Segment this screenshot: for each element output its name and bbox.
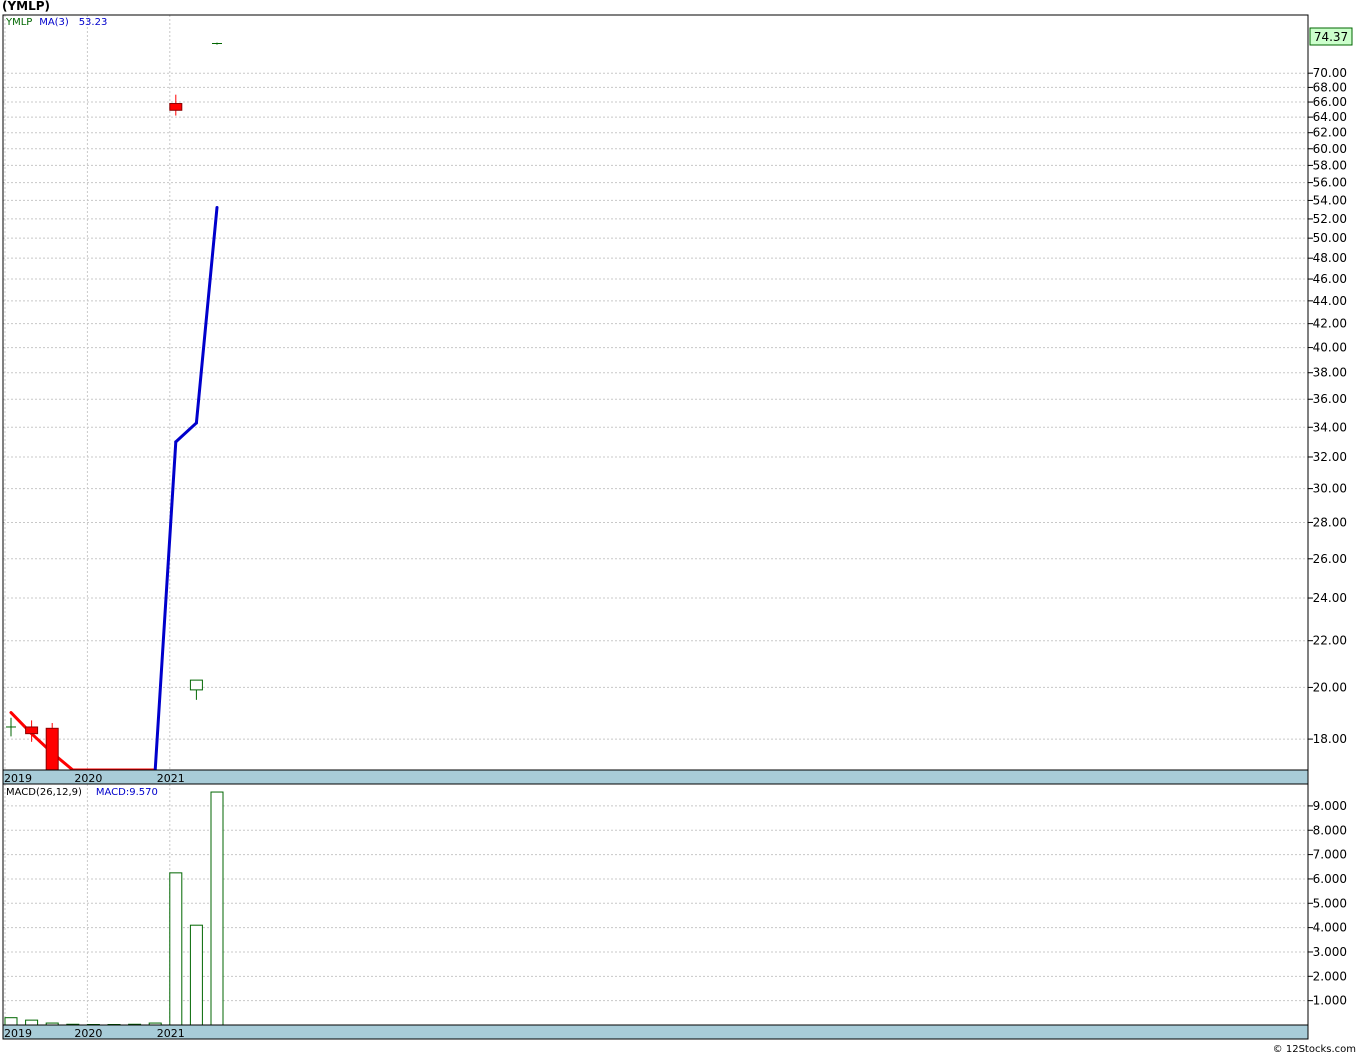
price-y-tick-label: 46.00 [1313, 272, 1347, 286]
macd-x-tick-label: 2019 [4, 1027, 32, 1040]
price-y-tick-label: 28.00 [1313, 515, 1347, 529]
candle-body [169, 103, 183, 111]
price-y-tick-label: 30.00 [1313, 482, 1347, 496]
macd-legend-entry: MACD(26,12,9) [6, 787, 82, 798]
price-y-tick-label: 40.00 [1313, 341, 1347, 355]
price-y-tick-label: 24.00 [1313, 591, 1347, 605]
price-date-band: 2019 2020 2021 [2, 769, 1309, 785]
price-y-tick-label: 54.00 [1313, 193, 1347, 207]
price-y-tick-label: 58.00 [1313, 158, 1347, 172]
price-y-tick-label: 22.00 [1313, 634, 1347, 648]
stock-chart: 18.00 20.00 22.00 24.00 26.00 28.00 30.00 32.00… [2, 14, 1353, 1040]
macd-bar [189, 924, 203, 1026]
price-legend: YMLP MA(3) 53.23 [5, 17, 107, 28]
price-y-tick-label: 66.00 [1313, 95, 1347, 109]
price-y-tick-label: 68.00 [1313, 80, 1347, 94]
macd-x-tick-label: 2021 [157, 1027, 185, 1040]
macd-y-tick-label: 3.000 [1313, 945, 1347, 959]
macd-date-band: 2019 2020 2021 [2, 1024, 1309, 1040]
ma-line-segment [194, 205, 219, 425]
price-y-tick-label: 42.00 [1313, 317, 1347, 331]
price-y-tick-label: 38.00 [1313, 366, 1347, 380]
copyright-footer: © 12Stocks.com [1272, 1044, 1356, 1055]
price-y-tick-label: 60.00 [1313, 142, 1347, 156]
price-y-tick-label: 34.00 [1313, 420, 1347, 434]
price-y-tick-label: 32.00 [1313, 450, 1347, 464]
price-legend-entry: YMLP [5, 17, 32, 28]
price-y-axis: 18.00 20.00 22.00 24.00 26.00 28.00 30.00 32.00… [1308, 27, 1353, 746]
candle-body [25, 726, 39, 735]
ma-line-segment [174, 421, 198, 444]
macd-y-tick-label: 1.000 [1313, 994, 1347, 1008]
macd-y-tick-label: 2.000 [1313, 969, 1347, 983]
macd-y-tick-label: 8.000 [1313, 823, 1347, 837]
price-y-tick-label: 44.00 [1313, 294, 1347, 308]
macd-bar [4, 1017, 18, 1026]
price-legend-entry: MA(3) [39, 17, 69, 28]
macd-bar [169, 872, 183, 1026]
macd-bar [25, 1019, 39, 1026]
price-y-tick-label: 26.00 [1313, 552, 1347, 566]
macd-legend-entry: MACD:9.570 [96, 787, 158, 798]
price-y-tick-label: 36.00 [1313, 392, 1347, 406]
price-y-tick-label: 20.00 [1313, 680, 1347, 694]
macd-y-axis: 1.000 2.000 3.000 4.000 5.000 6.000 7.000 8.000… [1308, 799, 1347, 1008]
price-date-band-bg [2, 769, 1309, 785]
ma-line-segment [153, 440, 178, 772]
price-x-tick-label: 2019 [4, 772, 32, 785]
macd-y-tick-label: 6.000 [1313, 872, 1347, 886]
macd-marks [4, 791, 224, 1026]
candle-body [189, 679, 203, 691]
price-legend-entry: 53.23 [79, 17, 108, 28]
macd-y-tick-label: 7.000 [1313, 848, 1347, 862]
price-x-tick-label: 2021 [157, 772, 185, 785]
candle-body [45, 727, 59, 771]
price-y-tick-label: 52.00 [1313, 212, 1347, 226]
price-y-tick-label: 48.00 [1313, 251, 1347, 265]
price-y-tick-label: 70.00 [1313, 66, 1347, 80]
price-y-tick-label: 62.00 [1313, 126, 1347, 140]
price-y-tick-label: 64.00 [1313, 110, 1347, 124]
price-y-tick-label: 18.00 [1313, 732, 1347, 746]
price-y-tick-label: 56.00 [1313, 176, 1347, 190]
macd-y-tick-label: 4.000 [1313, 921, 1347, 935]
macd-bar [210, 791, 224, 1026]
price-marks [6, 42, 222, 772]
price-x-tick-label: 2020 [74, 772, 102, 785]
macd-date-band-bg [2, 1024, 1309, 1040]
macd-y-tick-label: 5.000 [1313, 896, 1347, 910]
price-y-tick-label: 50.00 [1313, 231, 1347, 245]
macd-y-tick-label: 9.000 [1313, 799, 1347, 813]
macd-legend: MACD(26,12,9) MACD:9.570 [6, 787, 158, 798]
macd-x-tick-label: 2020 [74, 1027, 102, 1040]
last-price-label: 74.37 [1314, 30, 1348, 44]
